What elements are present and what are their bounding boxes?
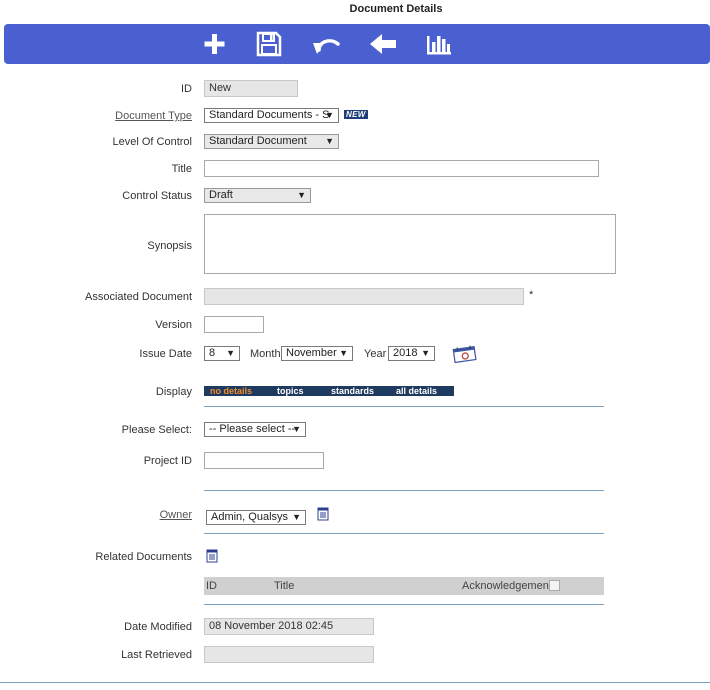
chevron-down-icon: ▼ <box>292 512 301 522</box>
tab-no-details[interactable]: no details <box>210 386 252 396</box>
add-button[interactable] <box>200 30 230 58</box>
owner-value: Admin, Qualsys <box>211 511 289 523</box>
tab-standards[interactable]: standards <box>331 386 374 396</box>
divider <box>204 490 604 491</box>
synopsis-textarea[interactable] <box>204 214 616 274</box>
chevron-down-icon: ▼ <box>226 348 235 358</box>
level-of-control-value: Standard Document <box>209 135 307 147</box>
save-button[interactable] <box>254 30 284 58</box>
level-of-control-select[interactable]: Standard Document ▼ <box>204 134 339 149</box>
display-tabs: no details topics standards all details <box>204 386 454 396</box>
issue-month-value: November <box>286 347 337 359</box>
back-icon <box>370 34 396 54</box>
issue-year-value: 2018 <box>393 347 418 359</box>
please-select-value: -- Please select -- <box>209 423 296 435</box>
divider <box>204 604 604 605</box>
title-input[interactable] <box>204 160 599 177</box>
level-of-control-label: Level Of Control <box>112 136 192 148</box>
related-documents-header: ID Title Acknowledgement <box>204 577 604 595</box>
save-icon <box>256 31 282 57</box>
tab-all-details[interactable]: all details <box>396 386 437 396</box>
chevron-down-icon: ▼ <box>339 348 348 358</box>
chart-icon <box>427 36 451 55</box>
calendar-button[interactable] <box>452 345 478 364</box>
divider <box>204 406 604 407</box>
version-input[interactable] <box>204 316 264 333</box>
control-status-label: Control Status <box>122 190 192 202</box>
chevron-down-icon: ▼ <box>297 190 306 200</box>
owner-lookup-button[interactable] <box>317 507 329 521</box>
undo-icon <box>313 39 340 54</box>
year-label: Year <box>364 348 387 360</box>
associated-document-label: Associated Document <box>85 291 192 303</box>
issue-month-select[interactable]: November ▼ <box>281 346 353 361</box>
version-label: Version <box>155 319 192 331</box>
project-id-label: Project ID <box>143 455 192 467</box>
id-field: New <box>204 80 298 97</box>
column-header-title: Title <box>274 580 295 592</box>
add-icon <box>204 34 225 54</box>
chevron-down-icon: ▼ <box>325 110 334 120</box>
please-select-dropdown[interactable]: -- Please select -- ▼ <box>204 422 306 437</box>
new-badge: NEW <box>344 110 368 119</box>
related-documents-add-button[interactable] <box>206 549 218 563</box>
chevron-down-icon: ▼ <box>292 424 301 434</box>
date-modified-field: 08 November 2018 02:45 <box>204 618 374 635</box>
document-type-select[interactable]: Standard Documents - S ▼ <box>204 108 339 123</box>
date-modified-label: Date Modified <box>124 621 192 633</box>
chevron-down-icon: ▼ <box>325 136 334 146</box>
document-list-icon <box>317 507 329 521</box>
document-type-value: Standard Documents - S <box>209 109 330 121</box>
owner-link[interactable]: Owner <box>160 509 192 521</box>
undo-button[interactable] <box>311 30 341 58</box>
related-documents-label: Related Documents <box>95 551 192 563</box>
column-header-id: ID <box>206 580 217 592</box>
month-label: Month <box>250 348 281 360</box>
required-marker: * <box>529 289 534 301</box>
issue-year-select[interactable]: 2018 ▼ <box>388 346 435 361</box>
issue-day-select[interactable]: 8 ▼ <box>204 346 240 361</box>
footer-divider <box>0 682 710 683</box>
owner-select[interactable]: Admin, Qualsys ▼ <box>206 510 306 525</box>
tab-topics[interactable]: topics <box>277 386 304 396</box>
calendar-icon <box>452 345 477 364</box>
chevron-down-icon: ▼ <box>421 348 430 358</box>
associated-document-field[interactable] <box>204 288 524 305</box>
title-label: Title <box>171 163 192 175</box>
last-retrieved-label: Last Retrieved <box>121 649 192 661</box>
project-id-input[interactable] <box>204 452 324 469</box>
column-header-acknowledgement: Acknowledgement <box>462 580 552 592</box>
report-button[interactable] <box>424 30 454 58</box>
synopsis-label: Synopsis <box>147 240 192 252</box>
id-label: ID <box>181 83 192 95</box>
toolbar <box>4 24 710 64</box>
document-type-link[interactable]: Document Type <box>115 110 192 122</box>
issue-date-label: Issue Date <box>139 348 192 360</box>
display-label: Display <box>155 386 192 398</box>
page-title: Document Details <box>349 3 443 15</box>
divider <box>204 533 604 534</box>
issue-day-value: 8 <box>209 347 216 359</box>
back-button[interactable] <box>368 30 398 58</box>
control-status-select[interactable]: Draft ▼ <box>204 188 311 203</box>
last-retrieved-field <box>204 646 374 663</box>
document-list-icon <box>206 549 218 563</box>
acknowledgement-checkbox[interactable] <box>549 580 560 591</box>
control-status-value: Draft <box>209 189 233 201</box>
please-select-label: Please Select: <box>121 424 192 436</box>
